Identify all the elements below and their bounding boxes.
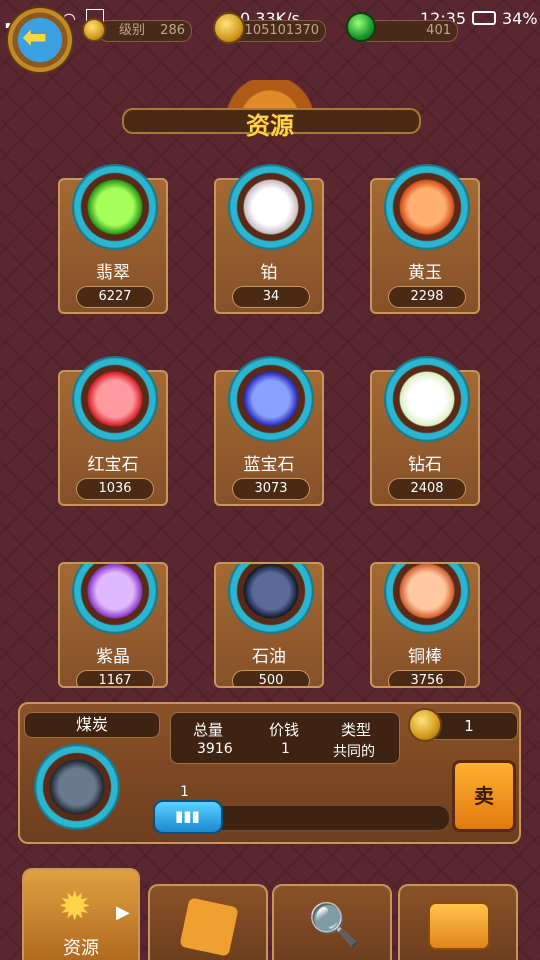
battery-percent: 34% (502, 9, 538, 28)
resource-card[interactable]: 铂 34 (214, 164, 324, 314)
resource-name: 紫晶 (96, 647, 130, 667)
search-icon: 🔍 (308, 900, 361, 949)
resource-card[interactable]: 蓝宝石 3073 (214, 356, 324, 506)
resource-card[interactable]: 黄玉 2298 (370, 164, 480, 314)
resource-card[interactable]: 翡翠 6227 (58, 164, 168, 314)
gem-icon (346, 12, 376, 42)
resource-name: 钻石 (408, 455, 442, 475)
price-value: 1 (281, 741, 290, 757)
coins-value: 105101370 (244, 23, 319, 38)
resource-name: 黄玉 (408, 263, 442, 283)
coal-icon (34, 744, 120, 830)
gems-value: 401 (426, 23, 451, 38)
resource-icon (228, 164, 314, 250)
tab-search[interactable]: 🔍 (272, 884, 392, 960)
resource-card[interactable]: 铜棒 3756 (370, 562, 480, 688)
resource-count: 500 (232, 670, 310, 686)
selected-resource-name: 煤炭 (24, 712, 160, 738)
battery-icon (472, 11, 496, 25)
box-icon (179, 897, 239, 957)
tab-chest[interactable] (398, 884, 518, 960)
arrow-left-icon: ⬅ (22, 20, 48, 55)
resource-card[interactable]: 钻石 2408 (370, 356, 480, 506)
resource-icon (72, 356, 158, 442)
tab-resources-label: 资源 (63, 938, 99, 959)
level-value: 286 (160, 23, 185, 38)
coin-icon (213, 12, 245, 44)
resource-count: 2298 (388, 286, 466, 308)
resource-icon (228, 564, 314, 634)
total-label: 总量 (193, 721, 224, 739)
total-value: 3916 (197, 741, 233, 757)
stats-table: 总量 3916 价钱 1 类型 共同的 (170, 712, 400, 764)
resource-count: 6227 (76, 286, 154, 308)
resource-icon (72, 164, 158, 250)
back-button[interactable]: ⬅ (8, 8, 72, 72)
gear-icon: ✹ (58, 884, 92, 930)
resource-icon (384, 356, 470, 442)
resource-name: 翡翠 (96, 263, 130, 283)
resource-count: 3756 (388, 670, 466, 686)
resource-card[interactable]: 红宝石 1036 (58, 356, 168, 506)
level-pill: 级别 286 (98, 20, 192, 42)
tab-items[interactable] (148, 884, 268, 960)
resource-name: 铂 (260, 263, 278, 283)
level-label: 级别 (119, 23, 146, 38)
page-title: 资源 (246, 112, 294, 140)
resource-card[interactable]: 紫晶 1167 (58, 562, 168, 688)
resource-count: 1036 (76, 478, 154, 500)
resource-name: 铜棒 (408, 647, 442, 667)
resource-name: 蓝宝石 (243, 455, 295, 475)
grip-icon: ▮▮▮ (175, 807, 200, 825)
resource-card[interactable]: 石油 500 (214, 562, 324, 688)
coin-icon (408, 708, 442, 742)
resource-icon (384, 164, 470, 250)
play-icon: ▶ (116, 902, 130, 923)
tab-resources[interactable]: ✹ ▶ 资源 (22, 868, 140, 960)
resource-icon (228, 356, 314, 442)
resource-count: 2408 (388, 478, 466, 500)
sell-button[interactable]: 卖 (452, 760, 516, 832)
type-label: 类型 (341, 721, 372, 739)
resource-count: 34 (232, 286, 310, 308)
resource-icon (72, 564, 158, 634)
slider-value: 1 (180, 784, 189, 800)
quantity-slider-handle[interactable]: ▮▮▮ (153, 800, 223, 834)
level-icon (82, 18, 106, 42)
resource-count: 3073 (232, 478, 310, 500)
type-value: 共同的 (333, 744, 375, 760)
resource-name: 石油 (252, 647, 286, 667)
resource-count: 1167 (76, 670, 154, 686)
resource-name: 红宝石 (87, 455, 139, 475)
price-label: 价钱 (269, 721, 300, 739)
resource-icon (384, 564, 470, 634)
chest-icon (428, 902, 490, 950)
